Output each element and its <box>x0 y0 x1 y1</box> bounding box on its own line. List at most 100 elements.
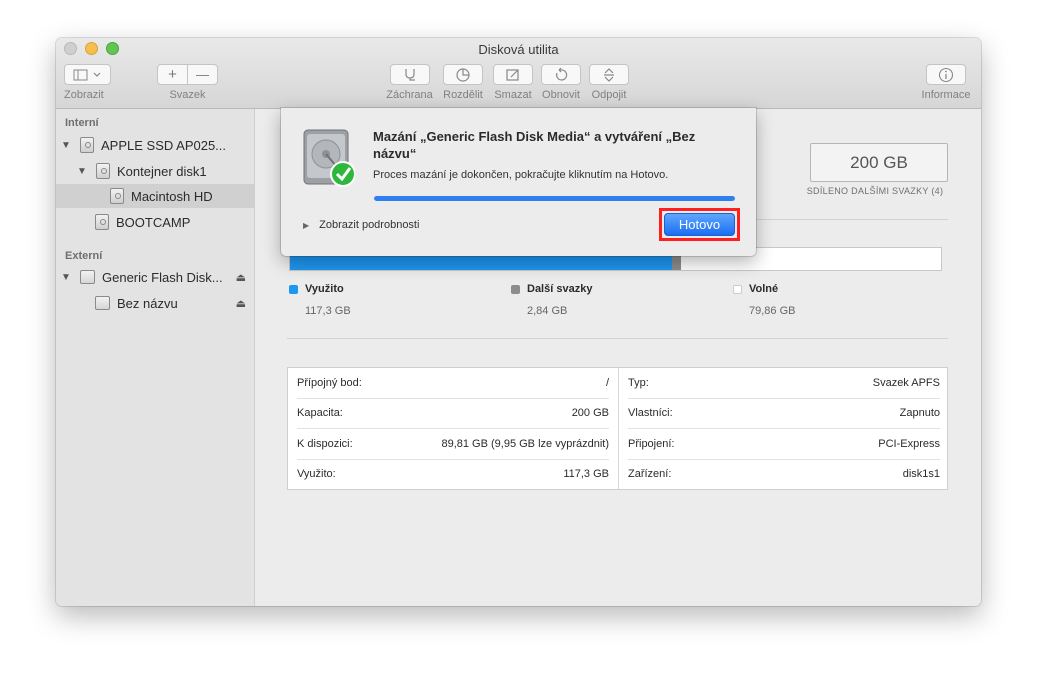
legend-other-volumes: Další svazky 2,84 GB <box>511 283 592 317</box>
erase-button[interactable] <box>493 64 533 85</box>
progress-fill <box>374 196 735 201</box>
eject-icon[interactable]: ⏏ <box>236 271 246 284</box>
eject-icon[interactable]: ⏏ <box>236 297 246 310</box>
divider <box>287 338 948 339</box>
internal-disk-icon <box>80 137 94 153</box>
info-label: K dispozici: <box>297 438 353 450</box>
first-aid-button[interactable] <box>389 64 430 85</box>
sidebar-item-bez-nazvu[interactable]: Bez názvu ⏏ <box>56 291 254 315</box>
external-disk-icon <box>80 270 95 284</box>
info-row: Kapacita: 200 GB <box>297 398 609 429</box>
legend-used-name: Využito <box>305 283 344 295</box>
info-value: 117,3 GB <box>563 468 609 480</box>
sidebar-item-label: APPLE SSD AP025... <box>101 137 227 153</box>
erase-progress-dialog: Mazání „Generic Flash Disk Media“ a vytv… <box>281 108 756 256</box>
show-details-label: Zobrazit podrobnosti <box>319 219 420 231</box>
sidebar: Interní ▼ APPLE SSD AP025... ▼ Kontejner… <box>56 109 255 606</box>
erase-label: Smazat <box>494 89 532 101</box>
legend-free-name: Volné <box>749 283 779 295</box>
partition-button[interactable] <box>443 64 483 85</box>
info-value: Zapnuto <box>899 407 940 419</box>
disclosure-triangle-icon: ▶ <box>303 220 310 230</box>
info-icon <box>938 67 954 82</box>
capacity-note: SDÍLENO DALŠÍMI SVAZKY (4) <box>806 186 944 196</box>
volume-disk-icon <box>95 214 109 230</box>
view-label: Zobrazit <box>64 89 104 101</box>
unmount-button[interactable] <box>589 64 629 85</box>
legend-free: Volné 79,86 GB <box>733 283 795 317</box>
sidebar-item-label: Kontejner disk1 <box>117 163 207 179</box>
volume-segmented-control: + — <box>157 64 218 85</box>
free-color-swatch <box>733 284 742 294</box>
info-value: PCI-Express <box>878 438 940 450</box>
info-row: Přípojný bod: / <box>297 368 609 399</box>
sidebar-item-apple-ssd[interactable]: ▼ APPLE SSD AP025... <box>56 133 254 157</box>
erase-group: Smazat <box>492 64 534 101</box>
restore-group: Obnovit <box>540 64 582 101</box>
info-label: Zařízení: <box>628 468 672 480</box>
add-volume-button[interactable]: + <box>158 65 188 84</box>
remove-volume-button[interactable]: — <box>188 65 217 84</box>
info-column-right: Typ: Svazek APFS Vlastníci: Zapnuto Připoj… <box>618 368 949 489</box>
sidebar-item-label: Bez názvu <box>117 295 178 311</box>
restore-button[interactable] <box>541 64 581 85</box>
sidebar-header-internal: Interní <box>65 117 99 129</box>
info-row: K dispozici: 89,81 GB (9,95 GB lze vypráz… <box>297 429 609 460</box>
unmount-group: Odpojit <box>588 64 630 101</box>
sidebar-item-label: Macintosh HD <box>131 188 213 204</box>
info-row: Typ: Svazek APFS <box>628 368 940 399</box>
dialog-title: Mazání „Generic Flash Disk Media“ a vytv… <box>373 129 696 161</box>
info-row: Využito: 117,3 GB <box>297 459 609 489</box>
info-label: Kapacita: <box>297 407 343 419</box>
hard-drive-check-icon <box>303 129 355 187</box>
unmount-icon <box>604 67 614 82</box>
container-disk-icon <box>96 163 110 179</box>
first-aid-group: Záchrana <box>385 64 434 101</box>
sidebar-item-container-disk1[interactable]: ▼ Kontejner disk1 <box>56 159 254 183</box>
done-button[interactable]: Hotovo <box>664 213 735 236</box>
view-button[interactable] <box>64 64 111 85</box>
info-button[interactable] <box>926 64 966 85</box>
partition-label: Rozdělit <box>443 89 483 101</box>
restore-arrow-icon <box>556 67 568 81</box>
erase-progress-bar <box>374 196 735 201</box>
info-label: Připojení: <box>628 438 675 450</box>
disclosure-triangle-icon[interactable]: ▼ <box>76 166 88 177</box>
partition-group: Rozdělit <box>440 64 486 101</box>
capacity-box: 200 GB <box>810 143 948 182</box>
erase-pencil-icon <box>506 68 519 81</box>
unmount-label: Odpojit <box>591 89 627 101</box>
info-row: Připojení: PCI-Express <box>628 429 940 460</box>
info-row: Vlastníci: Zapnuto <box>628 398 940 429</box>
restore-label: Obnovit <box>542 89 580 101</box>
legend-free-value: 79,86 GB <box>749 305 796 317</box>
disclosure-triangle-icon[interactable]: ▼ <box>60 140 72 151</box>
stethoscope-icon <box>404 68 415 81</box>
window-title: Disková utilita <box>478 42 559 57</box>
legend-other-value: 2,84 GB <box>527 305 568 317</box>
other-color-swatch <box>511 284 520 294</box>
info-group: Informace <box>920 64 972 101</box>
first-aid-label: Záchrana <box>386 89 433 101</box>
sidebar-item-macintosh-hd[interactable]: Macintosh HD <box>56 184 254 208</box>
show-details-toggle[interactable]: ▶ Zobrazit podrobnosti <box>303 219 419 231</box>
volume-label: Svazek <box>169 89 206 101</box>
dialog-message: Proces mazání je dokončen, pokračujte kl… <box>373 169 669 181</box>
info-value: / <box>605 377 609 389</box>
legend-used-value: 117,3 GB <box>305 305 351 317</box>
sidebar-toggle-icon <box>73 69 100 80</box>
used-color-swatch <box>289 284 298 294</box>
info-row: Zařízení: disk1s1 <box>628 459 940 489</box>
legend-used: Využito 117,3 GB <box>289 283 351 317</box>
sidebar-header-external: Externí <box>65 250 103 262</box>
external-volume-icon <box>95 296 110 310</box>
disclosure-triangle-icon[interactable]: ▼ <box>60 272 72 283</box>
sidebar-item-generic-flash-disk[interactable]: ▼ Generic Flash Disk... ⏏ <box>56 265 254 289</box>
info-label: Vlastníci: <box>628 407 673 419</box>
info-value: Svazek APFS <box>872 377 940 389</box>
info-table: Přípojný bod: / Kapacita: 200 GB K dispozi… <box>287 367 948 490</box>
legend-other-name: Další svazky <box>527 283 593 295</box>
sidebar-item-bootcamp[interactable]: BOOTCAMP <box>56 210 254 234</box>
info-value: 200 GB <box>571 407 609 419</box>
info-label: Využito: <box>297 468 336 480</box>
